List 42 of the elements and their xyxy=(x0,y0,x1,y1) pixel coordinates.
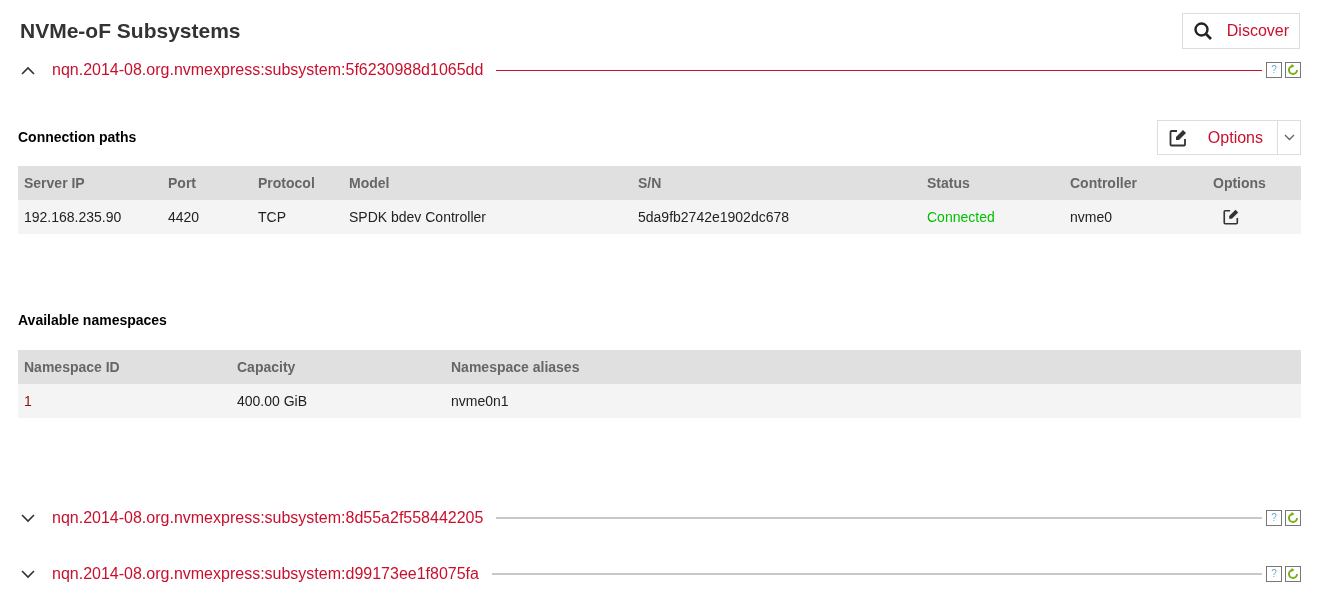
subsystem-name[interactable]: nqn.2014-08.org.nvmexpress:subsystem:8d55a2f558442205 xyxy=(52,506,484,530)
column-header: S/N xyxy=(638,174,662,191)
discover-button[interactable]: Discover xyxy=(1181,13,1300,49)
refresh-icon xyxy=(1287,568,1299,580)
table-cell: 5da9fb2742e1902dc678 xyxy=(638,208,790,225)
edit-icon xyxy=(1222,208,1240,226)
section-heading: Available namespaces xyxy=(18,311,168,330)
table-cell: TCP xyxy=(258,208,286,225)
table-cell: nvme0 xyxy=(1070,208,1113,225)
status-text: Connected xyxy=(927,208,995,225)
table-cell: 400.00 GiB xyxy=(237,392,308,409)
chevron-down-icon[interactable] xyxy=(21,513,35,523)
refresh-icon xyxy=(1287,512,1299,524)
chevron-down-icon[interactable] xyxy=(21,569,35,579)
column-header: Model xyxy=(349,174,390,191)
table-cell: nvme0n1 xyxy=(451,392,509,409)
column-header: Protocol xyxy=(258,174,315,191)
table-cell: 4420 xyxy=(168,208,200,225)
caret-icon xyxy=(1283,134,1295,141)
chevron-up-icon[interactable] xyxy=(21,65,35,75)
table-cell: SPDK bdev Controller xyxy=(349,208,486,225)
refresh-button[interactable] xyxy=(1285,566,1301,582)
column-header: Namespace aliases xyxy=(451,358,580,375)
edit-button[interactable] xyxy=(1222,208,1240,226)
column-header: Controller xyxy=(1070,174,1137,191)
subsystem-name[interactable]: nqn.2014-08.org.nvmexpress:subsystem:d99173ee1f8075fa xyxy=(52,562,479,586)
search-icon xyxy=(1192,21,1213,41)
table-cell: 192.168.235.90 xyxy=(24,208,122,225)
column-header: Port xyxy=(168,174,196,191)
section-heading: Connection paths xyxy=(18,128,137,147)
page-title: NVMe-oF Subsystems xyxy=(20,18,241,45)
column-header: Options xyxy=(1213,174,1266,191)
column-header: Status xyxy=(927,174,970,191)
namespace-link[interactable]: 1 xyxy=(24,392,32,409)
refresh-button[interactable] xyxy=(1285,62,1301,78)
column-header: Namespace ID xyxy=(24,358,120,375)
refresh-icon xyxy=(1287,64,1299,76)
column-header: Capacity xyxy=(237,358,296,375)
column-header: Server IP xyxy=(24,174,85,191)
edit-icon xyxy=(1167,127,1188,148)
refresh-button[interactable] xyxy=(1285,510,1301,526)
subsystem-name[interactable]: nqn.2014-08.org.nvmexpress:subsystem:5f6230988d1065dd xyxy=(52,58,484,82)
